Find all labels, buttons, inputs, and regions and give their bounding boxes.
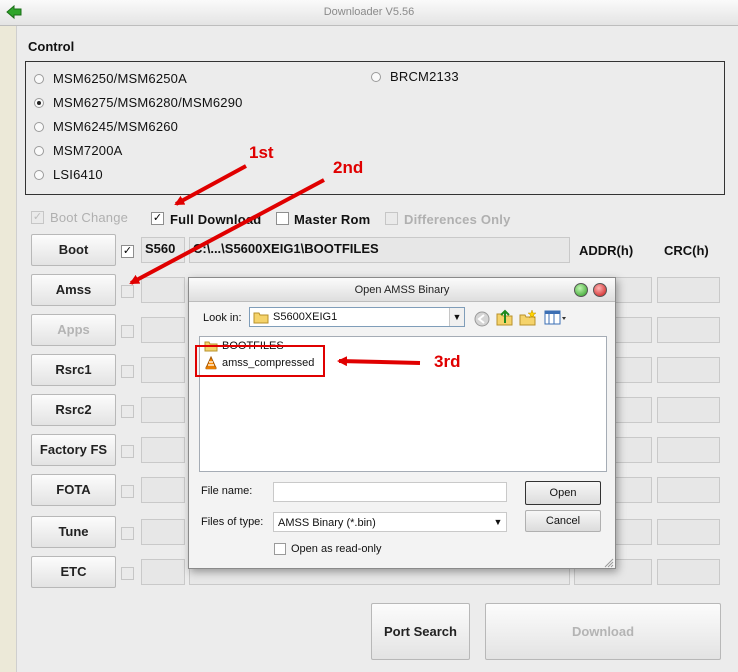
arrow-2nd bbox=[129, 178, 325, 285]
annotation-1st: 1st bbox=[249, 143, 274, 162]
annotation-3rd: 3rd bbox=[434, 352, 461, 371]
arrow-1st bbox=[174, 164, 247, 206]
annotation-arrows bbox=[129, 164, 421, 377]
arrow-3rd bbox=[337, 356, 421, 367]
highlight-box bbox=[195, 345, 325, 377]
annotation-2nd: 2nd bbox=[333, 158, 364, 177]
